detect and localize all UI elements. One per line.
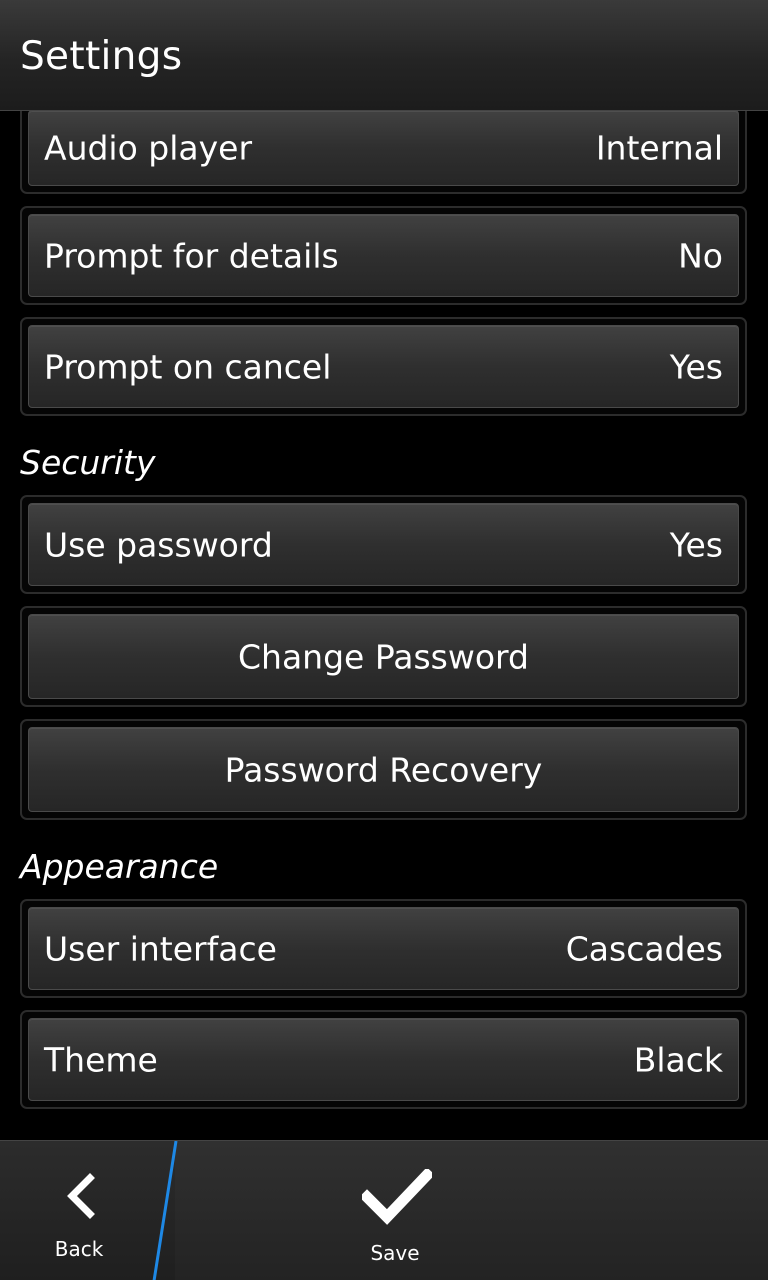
- prompt-details-dropdown[interactable]: Prompt for details No: [28, 214, 739, 297]
- user-interface-value: Cascades: [565, 929, 723, 968]
- theme-frame: Theme Black: [20, 1010, 747, 1109]
- audio-player-frame: Audio player Internal: [20, 102, 747, 194]
- audio-player-dropdown[interactable]: Audio player Internal: [28, 110, 739, 186]
- use-password-frame: Use password Yes: [20, 495, 747, 594]
- change-password-frame: Change Password: [20, 606, 747, 707]
- checkmark-icon: [362, 1169, 432, 1225]
- prompt-details-value: No: [678, 236, 723, 275]
- use-password-dropdown[interactable]: Use password Yes: [28, 503, 739, 586]
- prompt-cancel-label: Prompt on cancel: [44, 347, 332, 386]
- appearance-heading: Appearance: [20, 847, 219, 886]
- title-bar: Settings: [0, 0, 768, 111]
- settings-content: Audio player Internal Prompt for details…: [0, 0, 768, 1140]
- page-title: Settings: [20, 34, 183, 79]
- use-password-label: Use password: [44, 525, 273, 564]
- audio-player-label: Audio player: [44, 128, 253, 168]
- audio-player-value: Internal: [595, 128, 723, 168]
- save-label: Save: [370, 1241, 420, 1265]
- theme-label: Theme: [44, 1040, 158, 1079]
- save-button[interactable]: Save: [330, 1151, 460, 1276]
- prompt-cancel-frame: Prompt on cancel Yes: [20, 317, 747, 416]
- user-interface-label: User interface: [44, 929, 277, 968]
- change-password-label: Change Password: [238, 637, 529, 676]
- action-bar: Back Save: [0, 1140, 768, 1280]
- settings-screen: Audio player Internal Prompt for details…: [0, 0, 768, 1280]
- prompt-cancel-value: Yes: [669, 347, 723, 386]
- prompt-cancel-dropdown[interactable]: Prompt on cancel Yes: [28, 325, 739, 408]
- password-recovery-button[interactable]: Password Recovery: [28, 727, 739, 812]
- user-interface-dropdown[interactable]: User interface Cascades: [28, 907, 739, 990]
- use-password-value: Yes: [669, 525, 723, 564]
- back-label: Back: [54, 1237, 104, 1261]
- security-heading: Security: [20, 443, 156, 482]
- user-interface-frame: User interface Cascades: [20, 899, 747, 998]
- change-password-button[interactable]: Change Password: [28, 614, 739, 699]
- back-divider: [152, 1141, 178, 1280]
- prompt-details-frame: Prompt for details No: [20, 206, 747, 305]
- theme-value: Black: [633, 1040, 723, 1079]
- password-recovery-frame: Password Recovery: [20, 719, 747, 820]
- prompt-details-label: Prompt for details: [44, 236, 339, 275]
- theme-dropdown[interactable]: Theme Black: [28, 1018, 739, 1101]
- password-recovery-label: Password Recovery: [224, 750, 543, 789]
- chevron-left-icon: [67, 1173, 95, 1219]
